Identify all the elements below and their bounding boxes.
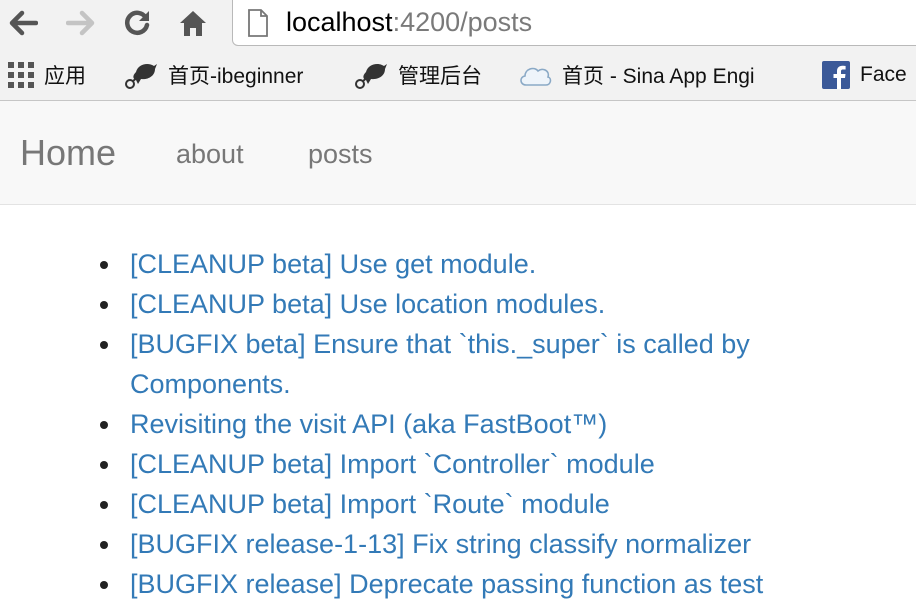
bookmark-sina-app-engine[interactable]: 首页 - Sina App Engi	[518, 58, 755, 92]
apps-grid-icon	[8, 62, 34, 88]
cloud-icon	[518, 61, 552, 89]
list-item: [CLEANUP beta] Use location modules.	[100, 284, 850, 324]
bookmark-label: 首页-ibeginner	[168, 65, 304, 88]
post-link[interactable]: [CLEANUP beta] Import `Controller` modul…	[130, 449, 655, 479]
reload-icon	[125, 10, 150, 36]
bookmark-admin[interactable]: 管理后台	[354, 58, 482, 92]
post-link[interactable]: [CLEANUP beta] Use location modules.	[130, 289, 605, 319]
list-item: [BUGFIX release] Deprecate passing funct…	[100, 564, 850, 604]
forward-button[interactable]	[64, 6, 98, 40]
post-link[interactable]: [CLEANUP beta] Use get module.	[130, 249, 536, 279]
bird-icon	[354, 60, 388, 90]
url-text[interactable]: localhost:4200/posts	[286, 6, 532, 38]
bookmark-label: Face	[860, 63, 907, 86]
posts-list: [CLEANUP beta] Use get module. [CLEANUP …	[100, 244, 850, 604]
list-item: [BUGFIX beta] Ensure that `this._super` …	[100, 324, 850, 404]
app-navbar: Home about posts	[0, 101, 916, 205]
nav-link-about[interactable]: about	[176, 137, 244, 171]
list-item: [BUGFIX release-1-13] Fix string classif…	[100, 524, 850, 564]
post-link[interactable]: Revisiting the visit API (aka FastBoot™)	[130, 409, 607, 439]
post-link[interactable]: [BUGFIX release] Deprecate passing funct…	[130, 569, 763, 599]
reload-button[interactable]	[120, 6, 154, 40]
address-bar[interactable]: localhost:4200/posts	[232, 0, 916, 46]
list-item: Revisiting the visit API (aka FastBoot™)	[100, 404, 850, 444]
post-link[interactable]: [BUGFIX release-1-13] Fix string classif…	[130, 529, 751, 559]
url-path: :4200/posts	[392, 7, 533, 37]
back-arrow-icon	[9, 10, 38, 36]
page-icon	[248, 9, 268, 37]
url-host: localhost	[286, 7, 393, 37]
post-link[interactable]: [CLEANUP beta] Import `Route` module	[130, 489, 610, 519]
bookmark-label: 首页 - Sina App Engi	[562, 65, 755, 88]
list-item: [CLEANUP beta] Import `Route` module	[100, 484, 850, 524]
forward-arrow-icon	[66, 10, 95, 36]
nav-link-posts[interactable]: posts	[308, 137, 373, 171]
browser-toolbar: localhost:4200/posts	[0, 0, 916, 50]
list-item: [CLEANUP beta] Use get module.	[100, 244, 850, 284]
back-button[interactable]	[6, 6, 40, 40]
bookmark-label: 管理后台	[398, 65, 482, 88]
bookmark-apps[interactable]: 应用	[8, 58, 86, 92]
bookmark-fade	[770, 52, 800, 98]
bird-icon	[124, 60, 158, 90]
facebook-icon	[822, 61, 850, 89]
bookmark-ibeginner[interactable]: 首页-ibeginner	[124, 58, 303, 92]
bookmark-facebook[interactable]: Face	[822, 58, 907, 92]
home-icon	[180, 11, 206, 36]
list-item: [CLEANUP beta] Import `Controller` modul…	[100, 444, 850, 484]
navbar-brand-home[interactable]: Home	[20, 131, 116, 175]
bookmark-label: 应用	[44, 65, 86, 88]
post-link[interactable]: [BUGFIX beta] Ensure that `this._super` …	[130, 329, 750, 399]
home-button[interactable]	[176, 6, 210, 40]
